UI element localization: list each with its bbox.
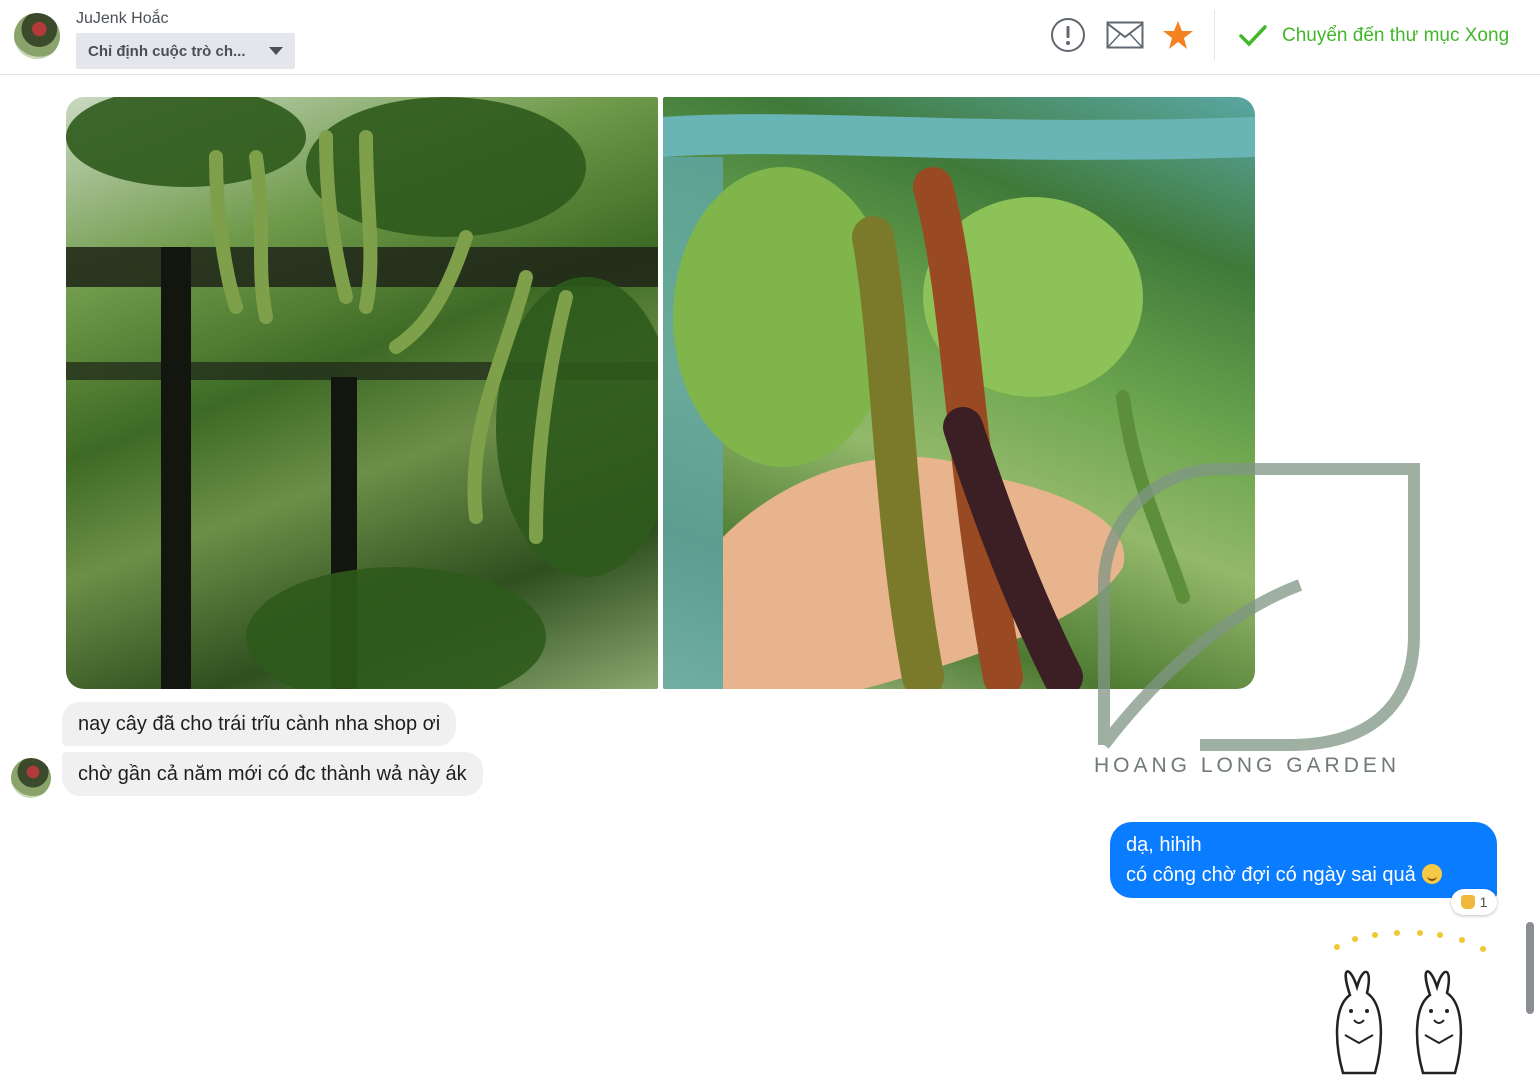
sender-avatar[interactable] — [11, 758, 51, 798]
watermark-text: HOANG LONG GARDEN — [1094, 754, 1401, 777]
alert-icon[interactable] — [1050, 17, 1086, 58]
bunny-sticker[interactable] — [1325, 925, 1495, 1075]
watermark-logo — [1090, 455, 1430, 775]
assign-conversation-label: Chỉ định cuộc trò ch... — [88, 42, 246, 60]
header-divider — [1214, 10, 1215, 60]
scrollbar-thumb[interactable] — [1526, 922, 1534, 1014]
thumbs-up-icon — [1460, 895, 1475, 909]
move-to-done-button[interactable]: Chuyển đến thư mục Xong — [1238, 20, 1509, 52]
checkmark-icon — [1239, 25, 1267, 47]
contact-avatar[interactable] — [14, 13, 60, 59]
photo-illustration — [66, 97, 658, 689]
chevron-down-icon — [269, 47, 283, 55]
star-icon[interactable] — [1162, 19, 1194, 56]
reaction-count: 1 — [1479, 894, 1488, 910]
message-text-line-2: có công chờ đợi có ngày sai quả — [1126, 864, 1416, 886]
move-to-done-label: Chuyển đến thư mục Xong — [1282, 25, 1510, 46]
message-text: chờ gần cả năm mới có đc thành wả này ák — [78, 763, 467, 785]
reaction-badge[interactable]: 1 — [1451, 889, 1497, 915]
assign-conversation-button[interactable]: Chỉ định cuộc trò ch... — [76, 33, 295, 69]
outgoing-message[interactable]: dạ, hihih có công chờ đợi có ngày sai qu… — [1110, 822, 1497, 898]
conversation-header: JuJenk Hoắc Chỉ định cuộc trò ch... Chuy… — [0, 0, 1540, 75]
contact-name[interactable]: JuJenk Hoắc — [76, 10, 169, 28]
message-text: nay cây đã cho trái trĩu cành nha shop ơ… — [78, 713, 441, 735]
incoming-message[interactable]: nay cây đã cho trái trĩu cành nha shop ơ… — [62, 702, 457, 746]
grinning-emoji-icon — [1421, 864, 1442, 884]
incoming-message[interactable]: chờ gần cả năm mới có đc thành wả này ák — [62, 752, 483, 796]
shared-photo-mulberry-trellis[interactable] — [66, 97, 658, 689]
mail-icon[interactable] — [1106, 21, 1144, 54]
message-text-line-1: dạ, hihih — [1126, 834, 1202, 856]
